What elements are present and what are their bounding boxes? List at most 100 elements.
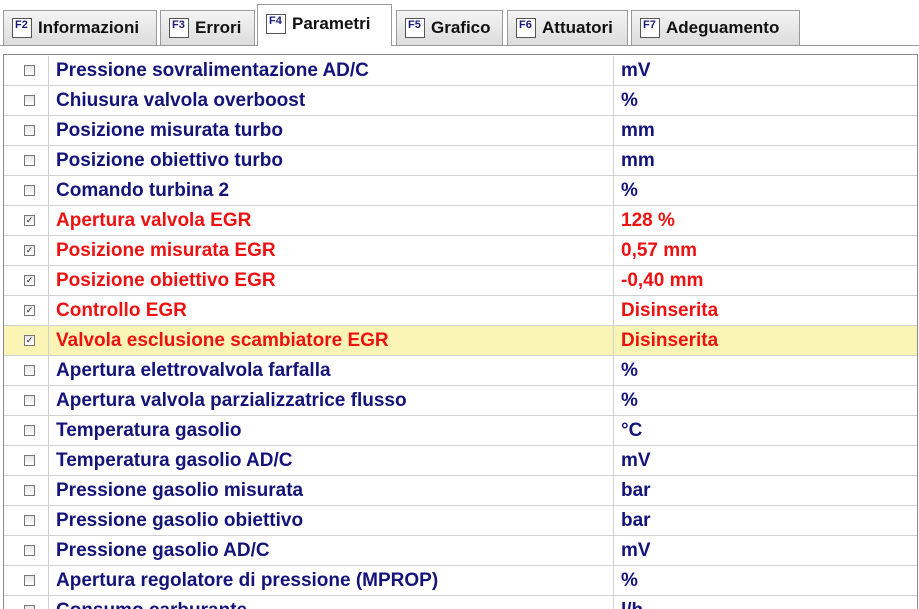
tab-bar-divider [0, 45, 919, 46]
column-divider [613, 56, 614, 86]
table-row[interactable]: Chiusura valvola overboost% [4, 86, 917, 116]
tab-label: Attuatori [542, 18, 613, 37]
row-checkbox[interactable] [24, 155, 35, 166]
parameter-value: % [621, 90, 638, 111]
row-checkbox[interactable]: ✓ [24, 215, 35, 226]
column-divider [613, 266, 614, 296]
column-divider [613, 386, 614, 416]
row-checkbox[interactable]: ✓ [24, 245, 35, 256]
table-row[interactable]: Apertura valvola parzializzatrice flusso… [4, 386, 917, 416]
table-row[interactable]: ✓ Posizione obiettivo EGR -0,40 mm [4, 266, 917, 296]
table-row[interactable]: Pressione gasolio misurata bar [4, 476, 917, 506]
tab-adeguamento[interactable]: F7 Adeguamento [631, 10, 800, 45]
table-row[interactable]: Temperatura gasolio °C [4, 416, 917, 446]
parameter-name: Posizione misurata turbo [56, 120, 283, 141]
table-row[interactable]: Temperatura gasolio AD/C mV [4, 446, 917, 476]
tab-label: Errori [195, 18, 242, 37]
column-divider [48, 326, 49, 356]
column-divider [613, 596, 614, 609]
parameter-name: Comando turbina 2 [56, 180, 230, 201]
column-divider [613, 476, 614, 506]
parameter-list[interactable]: Pressione sovralimentazione AD/C mV Chiusu… [3, 54, 918, 609]
row-checkbox[interactable] [24, 395, 35, 406]
parameter-value: mm [621, 150, 655, 171]
tab-label: Adeguamento [666, 18, 780, 37]
column-divider [48, 416, 49, 446]
tab-label: Grafico [431, 18, 491, 37]
parameter-name: Valvola esclusione scambiatore EGR [56, 330, 389, 351]
tab-informazioni[interactable]: F2 Informazioni [3, 10, 157, 45]
table-row[interactable]: ✓ Valvola esclusione scambiatore EGR Disin… [4, 326, 917, 356]
column-divider [48, 356, 49, 386]
row-checkbox[interactable] [24, 125, 35, 136]
tab-bar: F2 Informazioni F3 Errori F4 Parametri F… [0, 0, 919, 46]
column-divider [48, 206, 49, 236]
table-row[interactable]: Posizione misurata turbo mm [4, 116, 917, 146]
parameter-value: % [621, 570, 638, 591]
parameter-value: % [621, 180, 638, 201]
table-row[interactable]: ✓ Posizione misurata EGR 0,57 mm [4, 236, 917, 266]
row-checkbox[interactable] [24, 575, 35, 586]
table-row[interactable]: Posizione obiettivo turbo mm [4, 146, 917, 176]
parameter-value: bar [621, 510, 651, 531]
table-row[interactable]: Apertura regolatore di pressione (MPROP)… [4, 566, 917, 596]
row-checkbox[interactable] [24, 515, 35, 526]
parameter-name: Temperatura gasolio AD/C [56, 450, 293, 471]
parameter-value: -0,40 mm [621, 270, 704, 291]
row-checkbox[interactable]: ✓ [24, 275, 35, 286]
row-checkbox[interactable] [24, 455, 35, 466]
f5-key-icon: F5 [405, 18, 425, 38]
column-divider [613, 566, 614, 596]
f2-key-icon: F2 [12, 18, 32, 38]
row-checkbox[interactable] [24, 485, 35, 496]
table-row[interactable]: Pressione gasolio obiettivo bar [4, 506, 917, 536]
column-divider [48, 506, 49, 536]
tab-label: Informazioni [38, 18, 140, 37]
table-row[interactable]: ✓ Apertura valvola EGR 128 % [4, 206, 917, 236]
row-checkbox[interactable] [24, 425, 35, 436]
column-divider [613, 206, 614, 236]
parameter-name: Consumo carburante [56, 600, 247, 609]
parameter-value: 128 % [621, 210, 675, 231]
parameter-name: Posizione obiettivo turbo [56, 150, 283, 171]
column-divider [48, 266, 49, 296]
column-divider [613, 176, 614, 206]
column-divider [613, 506, 614, 536]
f6-key-icon: F6 [516, 18, 536, 38]
tab-errori[interactable]: F3 Errori [160, 10, 255, 45]
table-row[interactable]: Pressione sovralimentazione AD/C mV [4, 56, 917, 86]
row-checkbox[interactable] [24, 545, 35, 556]
column-divider [613, 296, 614, 326]
parameter-value: mV [621, 60, 651, 81]
column-divider [48, 146, 49, 176]
column-divider [613, 416, 614, 446]
row-checkbox[interactable]: ✓ [24, 305, 35, 316]
column-divider [48, 446, 49, 476]
row-checkbox[interactable] [24, 95, 35, 106]
column-divider [613, 236, 614, 266]
parameter-name: Posizione obiettivo EGR [56, 270, 276, 291]
row-checkbox[interactable] [24, 185, 35, 196]
table-row[interactable]: Comando turbina 2% [4, 176, 917, 206]
column-divider [613, 146, 614, 176]
parameter-value: Disinserita [621, 300, 719, 321]
row-checkbox[interactable] [24, 605, 35, 609]
tab-parametri[interactable]: F4 Parametri [257, 4, 392, 46]
table-row[interactable]: ✓ Controllo EGR Disinserita [4, 296, 917, 326]
column-divider [613, 116, 614, 146]
parameter-value: % [621, 390, 638, 411]
tab-attuatori[interactable]: F6 Attuatori [507, 10, 628, 45]
row-checkbox[interactable]: ✓ [24, 335, 35, 346]
column-divider [48, 176, 49, 206]
parameter-name: Apertura elettrovalvola farfalla [56, 360, 331, 381]
table-row[interactable]: Apertura elettrovalvola farfalla% [4, 356, 917, 386]
row-checkbox[interactable] [24, 65, 35, 76]
parameter-name: Apertura regolatore di pressione (MPROP) [56, 570, 439, 591]
tab-grafico[interactable]: F5 Grafico [396, 10, 503, 45]
column-divider [48, 236, 49, 266]
row-checkbox[interactable] [24, 365, 35, 376]
column-divider [613, 86, 614, 116]
table-row[interactable]: Pressione gasolio AD/C mV [4, 536, 917, 566]
table-row[interactable]: Consumo carburante l/h [4, 596, 917, 609]
parameter-name: Pressione sovralimentazione AD/C [56, 60, 369, 81]
